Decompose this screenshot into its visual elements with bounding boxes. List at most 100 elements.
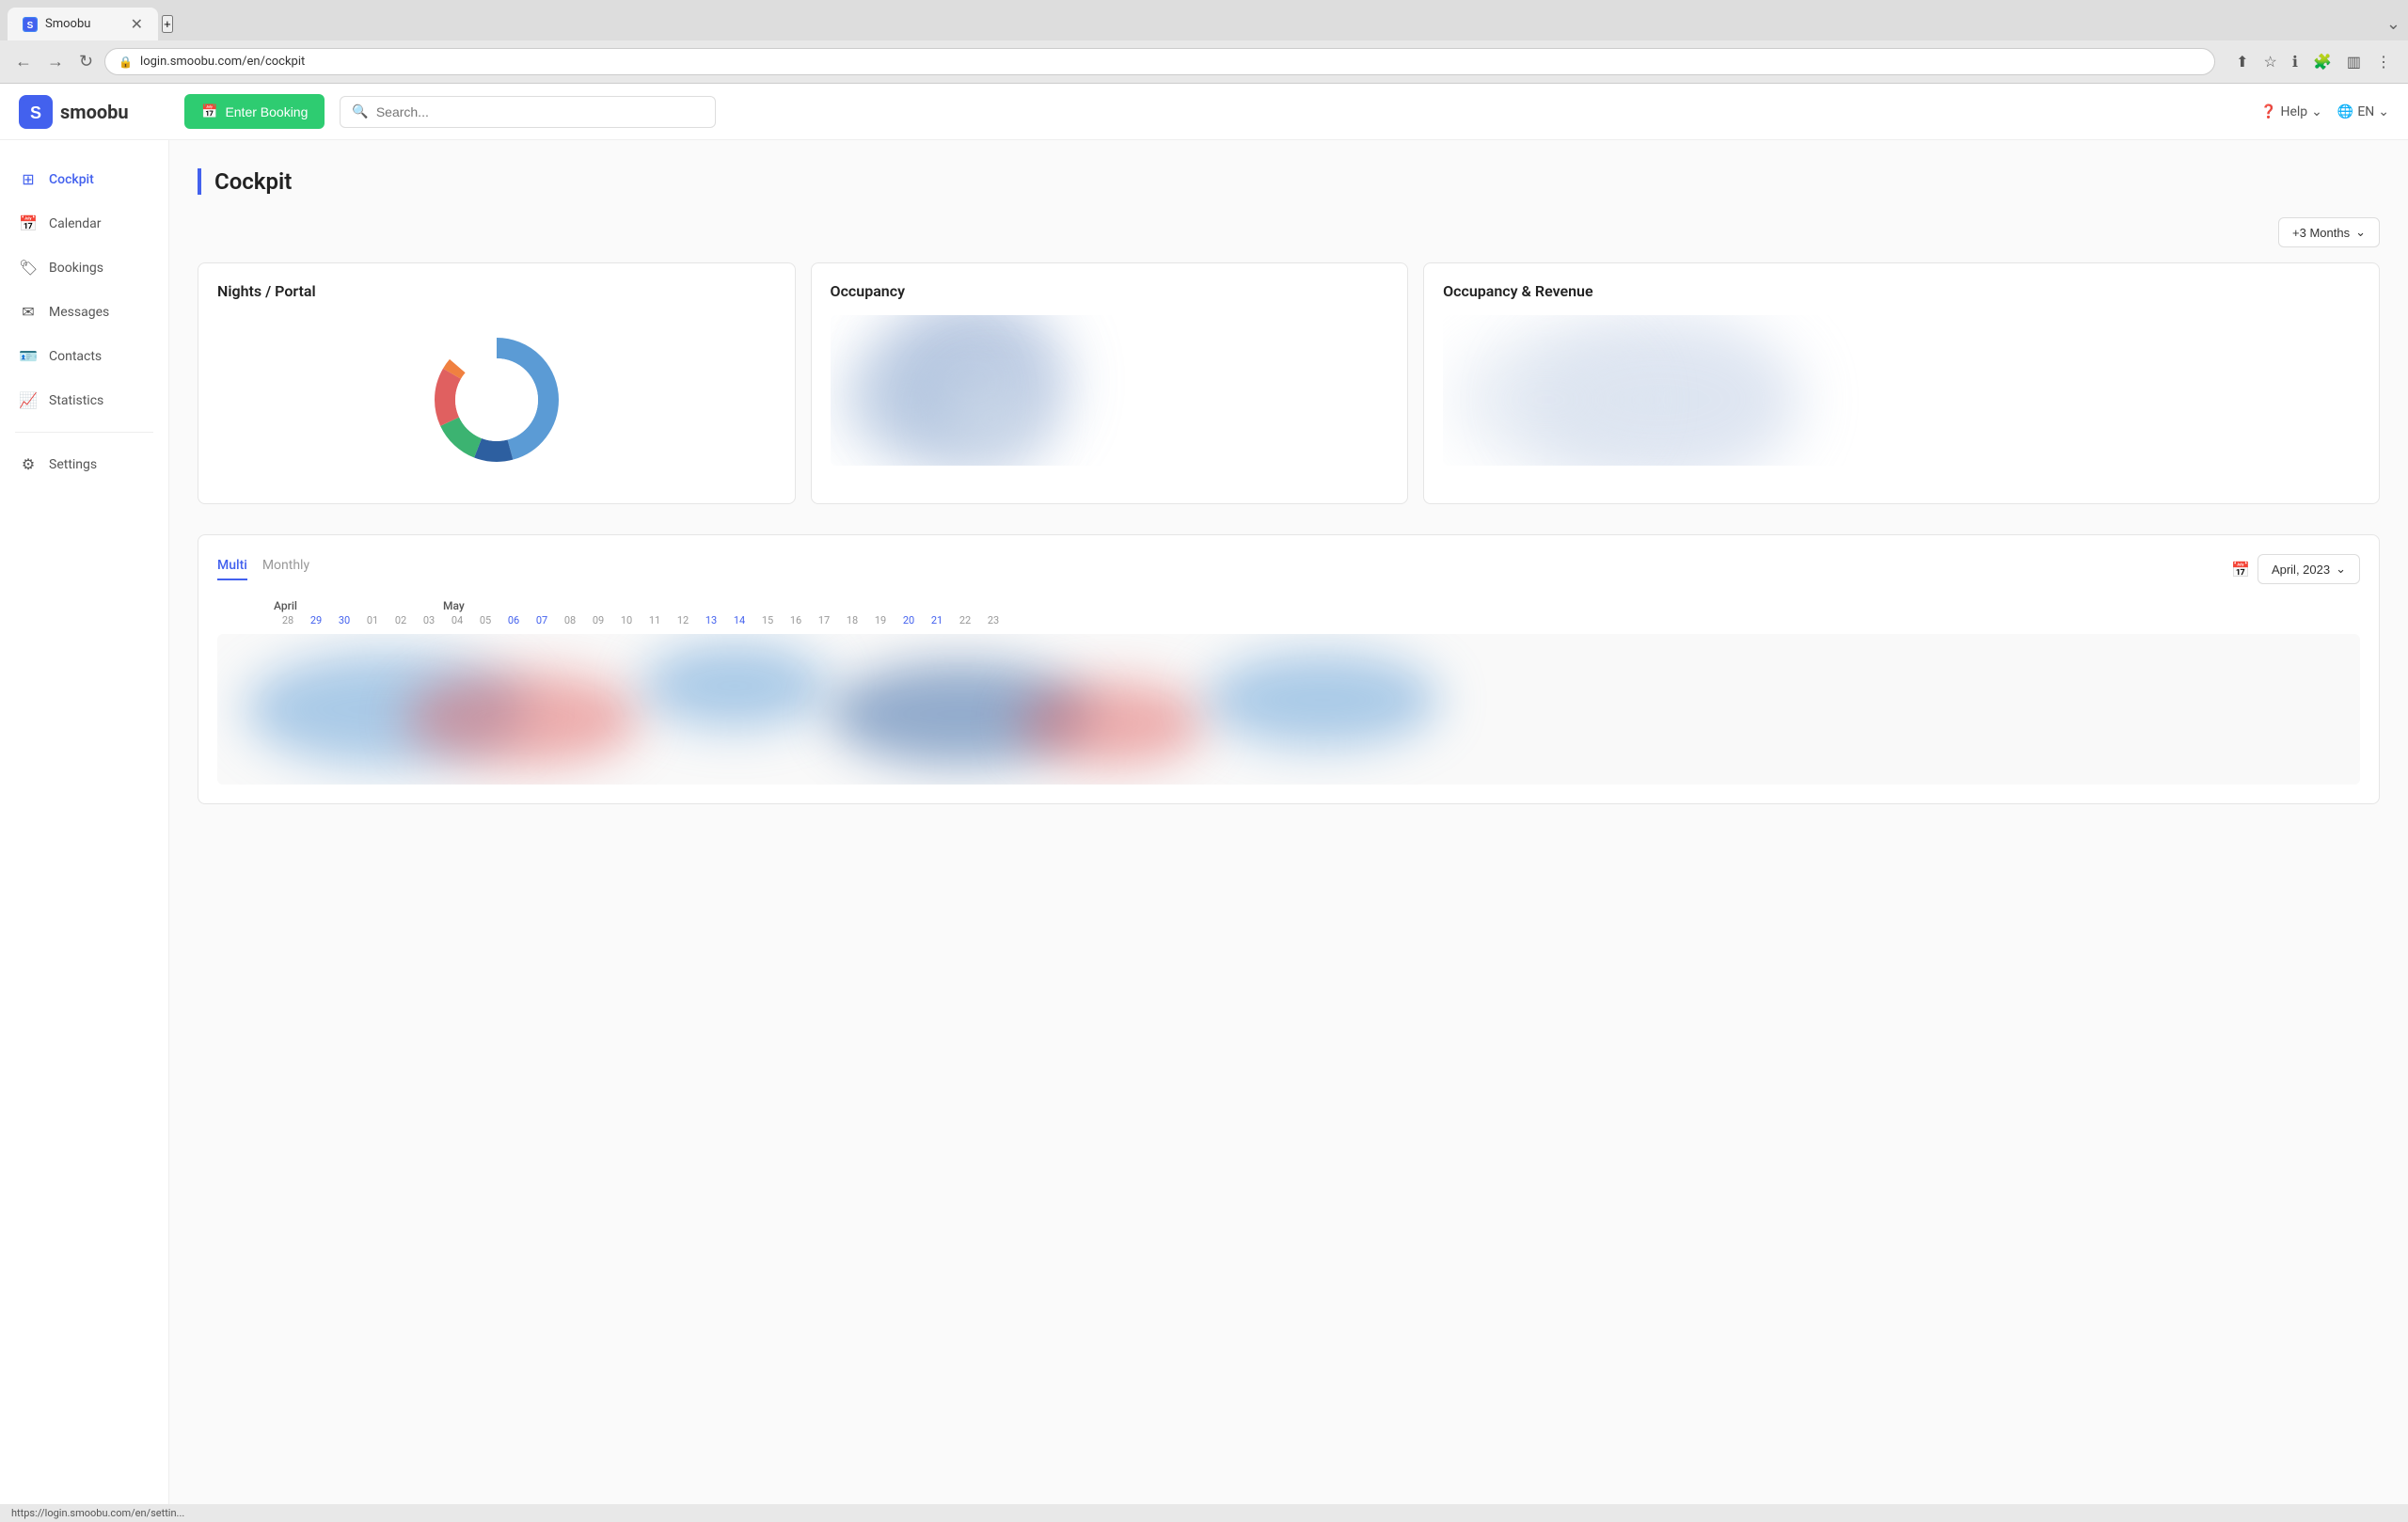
calendar-header: Multi Monthly 📅 April, 2023 ⌄ <box>217 554 2360 584</box>
may-label: May <box>443 599 1007 612</box>
day-29: 29 <box>302 614 330 626</box>
extensions-icon[interactable]: 🧩 <box>2307 49 2337 75</box>
app-header: S smoobu 📅 Enter Booking 🔍 ❓ Help ⌄ 🌐 EN… <box>0 84 2408 140</box>
menu-icon[interactable]: ⋮ <box>2370 49 2397 75</box>
calendar-icon: 📅 <box>19 214 38 232</box>
share-icon[interactable]: ⬆ <box>2230 49 2254 75</box>
sidebar-toggle-icon[interactable]: ▥ <box>2341 49 2367 75</box>
day-13: 13 <box>697 614 725 626</box>
occupancy-revenue-title: Occupancy & Revenue <box>1443 282 2360 300</box>
calendar-section: Multi Monthly 📅 April, 2023 ⌄ <box>198 534 2380 804</box>
day-17: 17 <box>810 614 838 626</box>
day-28: 28 <box>274 614 302 626</box>
language-button[interactable]: 🌐 EN ⌄ <box>2337 104 2389 119</box>
bookmark-icon[interactable]: ☆ <box>2258 49 2283 75</box>
day-01: 01 <box>358 614 387 626</box>
calendar-nav-icon: 📅 <box>2231 561 2250 579</box>
sidebar-item-bookings[interactable]: 🏷 Bookings <box>0 247 168 288</box>
day-09: 09 <box>584 614 612 626</box>
sidebar-item-settings[interactable]: ⚙ Settings <box>0 444 168 484</box>
address-bar[interactable]: 🔒 login.smoobu.com/en/cockpit <box>104 48 2215 75</box>
day-02: 02 <box>387 614 415 626</box>
logo: S smoobu <box>19 95 169 129</box>
sidebar-separator <box>15 432 153 433</box>
status-url: https://login.smoobu.com/en/settin... <box>11 1507 184 1519</box>
status-bar: https://login.smoobu.com/en/settin... <box>0 1504 2408 1522</box>
occupancy-card: Occupancy <box>811 262 1409 504</box>
lock-icon: 🔒 <box>119 55 133 69</box>
tab-title: Smoobu <box>45 17 90 31</box>
calendar-tabs: Multi Monthly <box>217 558 309 580</box>
day-21: 21 <box>923 614 951 626</box>
sidebar: ⊞ Cockpit 📅 Calendar 🏷 Bookings ✉ Messag… <box>0 140 169 1504</box>
day-04: 04 <box>443 614 471 626</box>
day-22: 22 <box>951 614 979 626</box>
lang-chevron-icon: ⌄ <box>2378 104 2389 119</box>
enter-booking-button[interactable]: 📅 Enter Booking <box>184 94 325 129</box>
contacts-icon: 🪪 <box>19 347 38 365</box>
month-selector-button[interactable]: April, 2023 ⌄ <box>2258 554 2360 584</box>
day-08: 08 <box>556 614 584 626</box>
day-11: 11 <box>641 614 669 626</box>
reload-button[interactable]: ↻ <box>75 48 97 75</box>
day-03: 03 <box>415 614 443 626</box>
statistics-icon: 📈 <box>19 391 38 409</box>
new-tab-button[interactable]: + <box>162 15 173 33</box>
occupancy-title: Occupancy <box>831 282 1389 300</box>
sidebar-item-cockpit[interactable]: ⊞ Cockpit <box>0 159 168 199</box>
months-filter-button[interactable]: +3 Months ⌄ <box>2278 217 2380 247</box>
cockpit-icon: ⊞ <box>19 170 38 188</box>
nights-portal-title: Nights / Portal <box>217 282 776 300</box>
svg-text:S: S <box>30 103 41 122</box>
day-18: 18 <box>838 614 866 626</box>
tab-favicon: S <box>23 17 38 32</box>
tab-multi[interactable]: Multi <box>217 558 247 580</box>
browser-tab[interactable]: S Smoobu ✕ <box>8 8 158 40</box>
settings-icon: ⚙ <box>19 455 38 473</box>
help-button[interactable]: ❓ Help ⌄ <box>2260 104 2322 119</box>
sidebar-item-contacts[interactable]: 🪪 Contacts <box>0 336 168 376</box>
close-tab-icon[interactable]: ✕ <box>131 15 143 33</box>
search-bar[interactable]: 🔍 <box>340 96 716 128</box>
day-14: 14 <box>725 614 753 626</box>
forward-button[interactable]: → <box>43 48 68 75</box>
help-chevron-icon: ⌄ <box>2311 104 2322 119</box>
sidebar-item-messages[interactable]: ✉ Messages <box>0 292 168 332</box>
main-content: Cockpit +3 Months ⌄ Nights / Portal <box>169 140 2408 1504</box>
revenue-chart <box>1443 315 2360 466</box>
day-10: 10 <box>612 614 641 626</box>
occupancy-revenue-card: Occupancy & Revenue <box>1423 262 2380 504</box>
sidebar-item-calendar[interactable]: 📅 Calendar <box>0 203 168 244</box>
day-16: 16 <box>782 614 810 626</box>
calendar-nav: 📅 April, 2023 ⌄ <box>2231 554 2360 584</box>
messages-icon: ✉ <box>19 303 38 321</box>
day-05: 05 <box>471 614 499 626</box>
page-title: Cockpit <box>198 168 2380 195</box>
search-icon: 🔍 <box>352 104 368 119</box>
help-icon: ❓ <box>2260 104 2276 119</box>
bookings-icon: 🏷 <box>19 259 38 277</box>
cards-row: Nights / Portal <box>198 262 2380 504</box>
logo-icon: S <box>19 95 53 129</box>
url-text: login.smoobu.com/en/cockpit <box>140 55 2201 69</box>
donut-chart <box>217 315 776 484</box>
occupancy-chart <box>831 315 1389 466</box>
calendar-plus-icon: 📅 <box>201 103 217 119</box>
tab-monthly[interactable]: Monthly <box>262 558 309 580</box>
sidebar-item-statistics[interactable]: 📈 Statistics <box>0 380 168 420</box>
day-12: 12 <box>669 614 697 626</box>
back-button[interactable]: ← <box>11 48 36 75</box>
search-input[interactable] <box>376 104 705 119</box>
info-icon[interactable]: ℹ <box>2287 49 2304 75</box>
day-15: 15 <box>753 614 782 626</box>
day-07: 07 <box>528 614 556 626</box>
logo-name: smoobu <box>60 101 129 123</box>
calendar-grid: April May 28 29 30 01 02 03 04 05 06 07 <box>217 599 2360 785</box>
day-20: 20 <box>895 614 923 626</box>
days-header: 28 29 30 01 02 03 04 05 06 07 08 09 10 1… <box>217 614 2360 626</box>
cards-header: +3 Months ⌄ <box>198 217 2380 247</box>
nights-portal-card: Nights / Portal <box>198 262 796 504</box>
tab-overflow-icon[interactable]: ⌄ <box>2386 14 2400 34</box>
day-19: 19 <box>866 614 895 626</box>
svg-text:S: S <box>27 21 34 31</box>
